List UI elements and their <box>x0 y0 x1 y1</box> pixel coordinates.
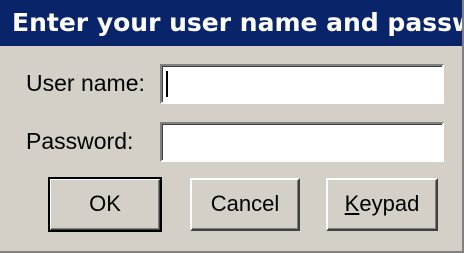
login-dialog: Enter your user name and password. User … <box>0 0 464 253</box>
username-input[interactable] <box>160 64 444 104</box>
password-label: Password: <box>26 128 134 154</box>
keypad-label-rest: eypad <box>359 191 420 216</box>
text-caret <box>166 71 168 97</box>
cancel-button[interactable]: Cancel <box>190 178 300 231</box>
dialog-title: Enter your user name and password. <box>0 0 462 46</box>
password-input[interactable] <box>160 122 444 162</box>
keypad-button[interactable]: Keypad <box>326 178 438 231</box>
keypad-mnemonic: K <box>344 191 360 216</box>
username-label: User name: <box>26 70 145 96</box>
ok-button[interactable]: OK <box>48 177 162 232</box>
